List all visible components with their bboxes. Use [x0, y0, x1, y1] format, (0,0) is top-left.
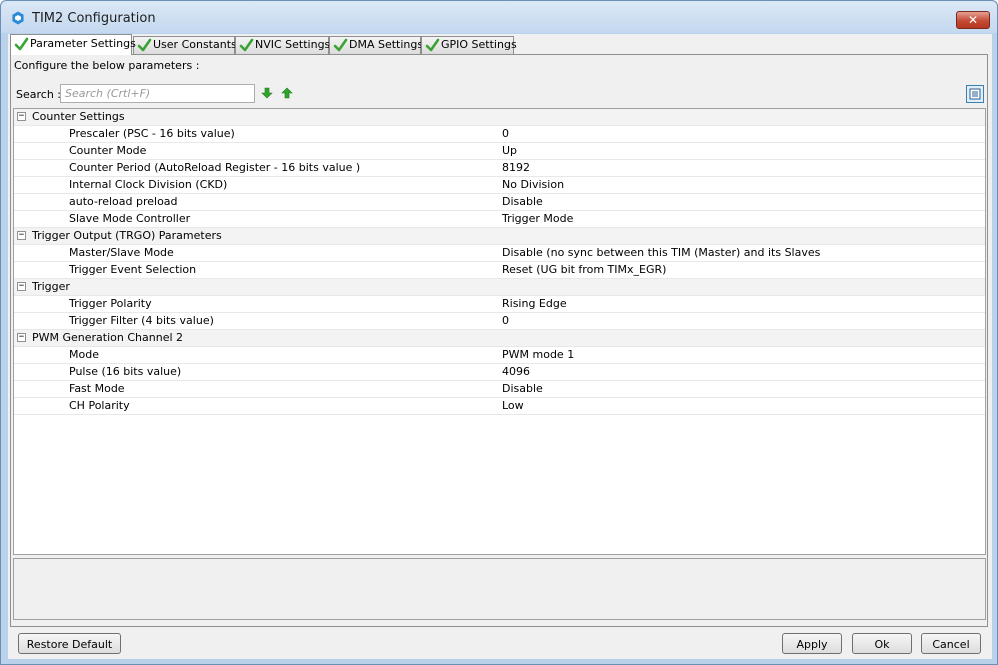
group-label: PWM Generation Channel 2 — [32, 331, 184, 344]
parameter-settings-panel: Configure the below parameters : Search … — [10, 54, 988, 627]
param-value[interactable]: Up — [502, 144, 517, 157]
group-row-trgo-parameters[interactable]: − Trigger Output (TRGO) Parameters — [14, 228, 985, 245]
title-bar[interactable]: TIM2 Configuration ✕ — [1, 1, 997, 33]
param-name: Master/Slave Mode — [69, 246, 174, 259]
param-row[interactable]: Counter Period (AutoReload Register - 16… — [14, 160, 985, 177]
tab-nvic-settings[interactable]: NVIC Settings — [235, 36, 331, 54]
group-row-trigger[interactable]: − Trigger — [14, 279, 985, 296]
param-row[interactable]: Pulse (16 bits value) 4096 — [14, 364, 985, 381]
param-row[interactable]: Slave Mode Controller Trigger Mode — [14, 211, 985, 228]
param-row[interactable]: Fast Mode Disable — [14, 381, 985, 398]
dialog-client-area: Parameter Settings User Constants NVIC S… — [8, 34, 992, 659]
param-value[interactable]: 4096 — [502, 365, 530, 378]
search-input[interactable] — [60, 84, 255, 103]
param-value[interactable]: Disable — [502, 382, 543, 395]
tab-dma-settings[interactable]: DMA Settings — [329, 36, 424, 54]
param-row[interactable]: Trigger Event Selection Reset (UG bit fr… — [14, 262, 985, 279]
config-instructions: Configure the below parameters : — [14, 59, 200, 72]
group-row-pwm-generation-channel-2[interactable]: − PWM Generation Channel 2 — [14, 330, 985, 347]
show-description-button[interactable] — [966, 85, 984, 103]
table-view-icon — [969, 88, 981, 100]
param-value[interactable]: 0 — [502, 127, 509, 140]
group-label: Trigger — [32, 280, 70, 293]
param-name: Prescaler (PSC - 16 bits value) — [69, 127, 235, 140]
param-value[interactable]: PWM mode 1 — [502, 348, 574, 361]
description-pane — [13, 558, 986, 620]
param-name: Trigger Event Selection — [69, 263, 197, 276]
param-name: CH Polarity — [69, 399, 130, 412]
tab-user-constants[interactable]: User Constants — [133, 36, 237, 54]
checkmark-icon — [14, 37, 29, 51]
param-row[interactable]: Trigger Polarity Rising Edge — [14, 296, 985, 313]
param-value[interactable]: Reset (UG bit from TIMx_EGR) — [502, 263, 666, 276]
tab-label: NVIC Settings — [255, 38, 331, 51]
param-name: auto-reload preload — [69, 195, 178, 208]
param-value[interactable]: Low — [502, 399, 524, 412]
param-name: Fast Mode — [69, 382, 125, 395]
tab-label: GPIO Settings — [441, 38, 517, 51]
collapse-icon[interactable]: − — [17, 112, 26, 121]
checkmark-icon — [239, 38, 254, 52]
collapse-icon[interactable]: − — [17, 231, 26, 240]
checkmark-icon — [333, 38, 348, 52]
search-previous-up-arrow-icon[interactable] — [281, 87, 293, 99]
group-label: Counter Settings — [32, 110, 125, 123]
param-row[interactable]: Master/Slave Mode Disable (no sync betwe… — [14, 245, 985, 262]
param-value[interactable]: No Division — [502, 178, 564, 191]
group-label: Trigger Output (TRGO) Parameters — [32, 229, 222, 242]
app-hexagon-icon — [12, 11, 24, 25]
param-row[interactable]: Internal Clock Division (CKD) No Divisio… — [14, 177, 985, 194]
param-value[interactable]: Trigger Mode — [502, 212, 573, 225]
window-title: TIM2 Configuration — [32, 11, 156, 26]
param-name: Counter Period (AutoReload Register - 16… — [69, 161, 361, 174]
collapse-icon[interactable]: − — [17, 282, 26, 291]
restore-default-button[interactable]: Restore Default — [18, 633, 121, 654]
parameter-table: − Counter Settings Prescaler (PSC - 16 b… — [13, 108, 986, 555]
cancel-button[interactable]: Cancel — [921, 633, 981, 654]
close-button[interactable]: ✕ — [956, 11, 990, 29]
tab-label: DMA Settings — [349, 38, 424, 51]
param-name: Pulse (16 bits value) — [69, 365, 182, 378]
tim2-configuration-dialog: TIM2 Configuration ✕ Parameter Settings … — [0, 0, 998, 665]
tab-label: Parameter Settings — [30, 37, 136, 50]
param-row[interactable]: Counter Mode Up — [14, 143, 985, 160]
param-value[interactable]: Rising Edge — [502, 297, 567, 310]
group-row-counter-settings[interactable]: − Counter Settings — [14, 109, 985, 126]
param-value[interactable]: 0 — [502, 314, 509, 327]
tab-gpio-settings[interactable]: GPIO Settings — [421, 36, 517, 54]
search-next-down-arrow-icon[interactable] — [261, 87, 273, 99]
search-label: Search : — [16, 88, 61, 101]
checkmark-icon — [137, 38, 152, 52]
param-value[interactable]: Disable — [502, 195, 543, 208]
param-name: Internal Clock Division (CKD) — [69, 178, 228, 191]
param-name: Counter Mode — [69, 144, 147, 157]
param-row[interactable]: CH Polarity Low — [14, 398, 985, 415]
tab-parameter-settings[interactable]: Parameter Settings — [10, 34, 136, 55]
checkmark-icon — [425, 38, 440, 52]
param-name: Trigger Filter (4 bits value) — [69, 314, 214, 327]
param-name: Slave Mode Controller — [69, 212, 191, 225]
param-name: Mode — [69, 348, 99, 361]
param-value[interactable]: 8192 — [502, 161, 530, 174]
close-icon: ✕ — [967, 13, 979, 27]
collapse-icon[interactable]: − — [17, 333, 26, 342]
param-row[interactable]: Mode PWM mode 1 — [14, 347, 985, 364]
ok-button[interactable]: Ok — [852, 633, 912, 654]
tab-label: User Constants — [153, 38, 237, 51]
param-row[interactable]: Prescaler (PSC - 16 bits value) 0 — [14, 126, 985, 143]
param-name: Trigger Polarity — [69, 297, 152, 310]
param-row[interactable]: auto-reload preload Disable — [14, 194, 985, 211]
param-row[interactable]: Trigger Filter (4 bits value) 0 — [14, 313, 985, 330]
apply-button[interactable]: Apply — [782, 633, 842, 654]
param-value[interactable]: Disable (no sync between this TIM (Maste… — [502, 246, 820, 259]
